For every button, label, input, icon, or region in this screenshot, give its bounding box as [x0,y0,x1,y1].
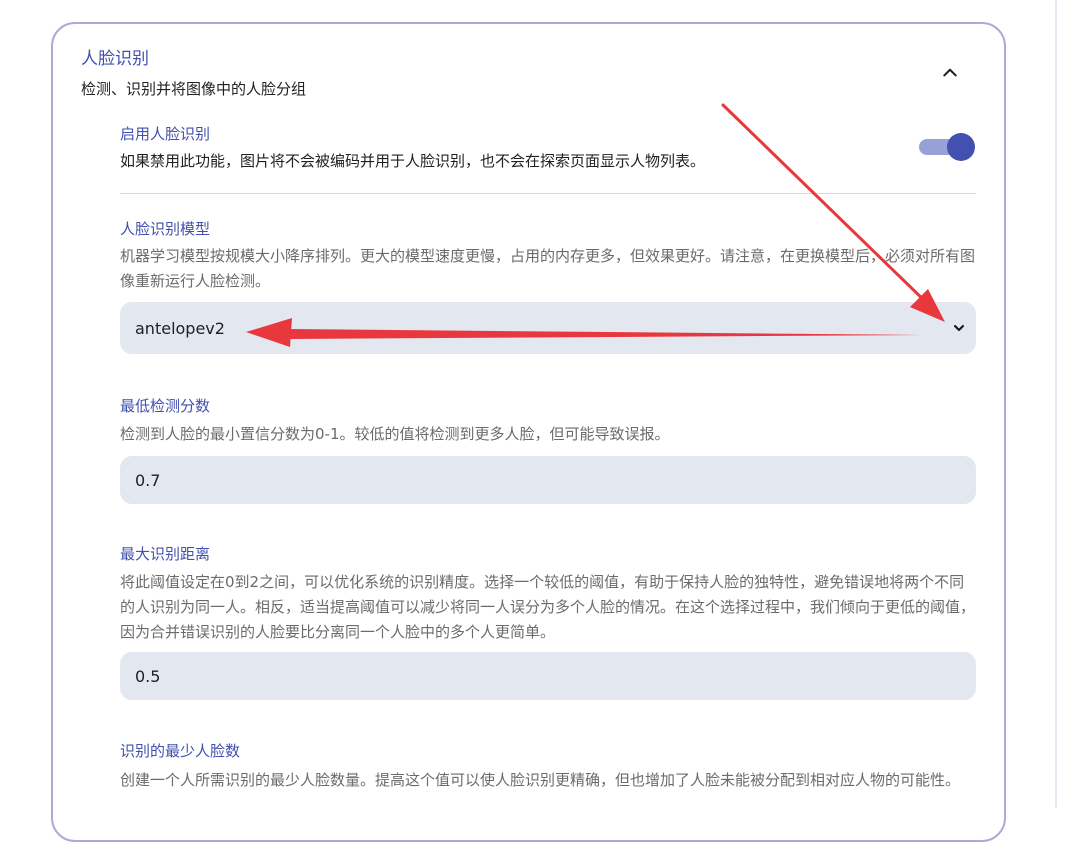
max-distance-input-value: 0.5 [135,666,161,686]
max-distance-label: 最大识别距离 [120,545,211,563]
collapse-button[interactable] [930,52,970,92]
enable-face-recognition-label: 启用人脸识别 [120,125,211,143]
section-divider [120,193,976,194]
card-title: 人脸识别 [81,49,149,69]
model-select-value: antelopev2 [135,318,225,338]
min-score-input-value: 0.7 [135,470,161,490]
chevron-up-icon [943,68,957,77]
card-subtitle: 检测、识别并将图像中的人脸分组 [81,80,307,98]
model-select[interactable]: antelopev2 [120,302,976,354]
toggle-knob [947,133,975,161]
min-score-description: 检测到人脸的最小置信分数为0-1。较低的值将检测到更多人脸，但可能导致误报。 [120,425,670,443]
model-description: 机器学习模型按规模大小降序排列。更大的模型速度更慢，占用的内存更多，但效果更好。… [120,247,976,290]
min-faces-label: 识别的最少人脸数 [120,742,241,760]
enable-face-recognition-toggle[interactable] [917,133,977,161]
chevron-down-icon [954,325,964,331]
scrollbar-track[interactable] [1055,0,1057,808]
enable-face-recognition-description: 如果禁用此功能，图片将不会被编码并用于人脸识别，也不会在探索页面显示人物列表。 [120,152,706,170]
min-score-input[interactable]: 0.7 [120,456,976,504]
max-distance-description: 将此阈值设定在0到2之间，可以优化系统的识别精度。选择一个较低的阈值，有助于保持… [120,573,976,641]
model-label: 人脸识别模型 [120,220,211,238]
min-score-label: 最低检测分数 [120,397,211,415]
max-distance-input[interactable]: 0.5 [120,652,976,700]
min-faces-description: 创建一个人所需识别的最少人脸数量。提高这个值可以使人脸识别更精确，但也增加了人脸… [120,771,961,789]
